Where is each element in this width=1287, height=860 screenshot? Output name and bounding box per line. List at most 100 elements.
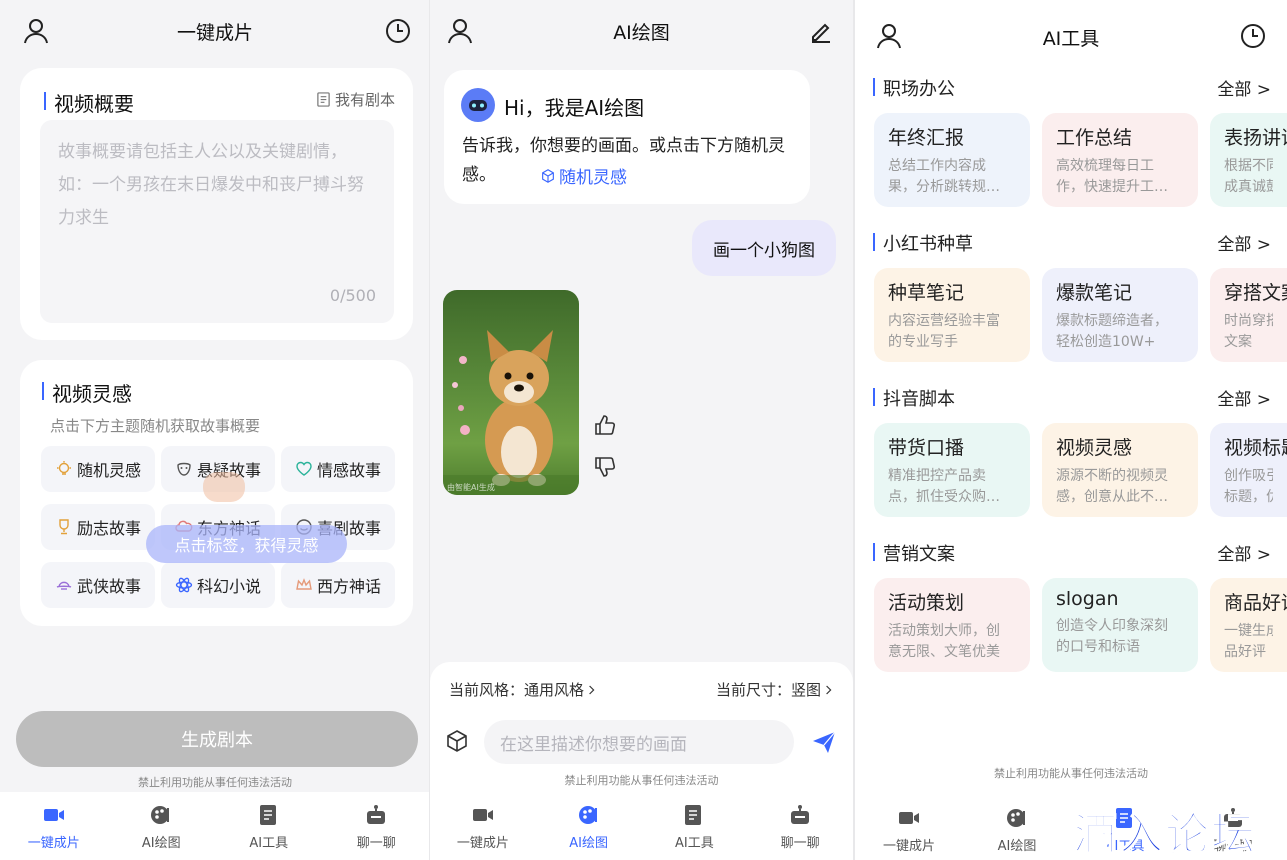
user-icon[interactable] <box>22 17 50 45</box>
video-icon <box>470 802 496 828</box>
notebook-icon <box>256 802 282 828</box>
history-icon[interactable] <box>1239 22 1267 50</box>
robot-icon <box>363 802 389 828</box>
document-icon <box>316 92 331 107</box>
nav-ai-tools[interactable]: AI工具 <box>215 792 323 860</box>
tool-card[interactable]: 带货口播 精准把控产品卖 点，抓住受众购… <box>874 423 1030 517</box>
generated-dog-image[interactable]: 由智能AI生成 <box>443 290 579 495</box>
history-icon[interactable] <box>384 17 412 45</box>
my-script-label: 我有剧本 <box>334 91 395 109</box>
tag-wuxia[interactable]: 武侠故事 <box>41 562 155 608</box>
tool-desc: 品好评 <box>1224 644 1266 660</box>
tool-card[interactable]: 表扬讲话 根据不同 成真诚鼓 <box>1210 113 1287 207</box>
panel-ai-drawing: AI绘图 Hi，我是AI绘图 告诉我，你想要的画面。或点击下方随机灵感。 随机灵… <box>430 0 853 860</box>
nav-chat[interactable]: 聊一聊 <box>323 792 431 860</box>
tool-title: 活动策划 <box>888 592 965 614</box>
tool-title: 表扬讲话 <box>1224 127 1287 149</box>
size-selector[interactable]: 当前尺寸：竖图 <box>716 679 833 700</box>
nav-ai-drawing[interactable]: AI绘图 <box>536 792 642 860</box>
thumbs-up-icon[interactable] <box>592 412 618 438</box>
greeting-bubble: Hi，我是AI绘图 告诉我，你想要的画面。或点击下方随机灵感。 随机灵感 <box>444 70 810 204</box>
chevron-right-icon <box>588 684 596 696</box>
user-icon[interactable] <box>875 22 903 50</box>
category-title: 抖音脚本 <box>873 385 955 411</box>
tool-title: 年终汇报 <box>888 127 965 149</box>
char-counter: 0/500 <box>329 286 376 305</box>
tool-title: 工作总结 <box>1056 127 1133 149</box>
my-script-button[interactable]: 我有剧本 <box>316 89 395 110</box>
tool-card[interactable]: 爆款笔记 爆款标题缔造者， 轻松创造10W+ <box>1042 268 1198 362</box>
edit-icon[interactable] <box>807 17 835 45</box>
summary-textarea[interactable]: 故事概要请包括主人公以及关键剧情，如：一个男孩在末日爆发中和丧尸搏斗努力求生 0… <box>40 120 394 323</box>
tool-desc: 创作吸引 <box>1224 468 1273 484</box>
nav-chat[interactable]: 聊一聊 <box>747 792 853 860</box>
top-bar: 一键成片 <box>0 0 430 62</box>
tool-card[interactable]: 穿搭文案 时尚穿搭 文案 <box>1210 268 1287 362</box>
tool-card[interactable]: 视频灵感 源源不断的视频灵 感，创意从此不… <box>1042 423 1198 517</box>
watermark-logo: 酒入论坛 <box>1072 808 1257 860</box>
tool-card[interactable]: 种草笔记 内容运营经验丰富 的专业写手 <box>874 268 1030 362</box>
nav-one-click-video[interactable]: 一键成片 <box>855 798 963 860</box>
tag-random[interactable]: 随机灵感 <box>41 446 155 492</box>
user-icon[interactable] <box>446 17 474 45</box>
tool-desc: 爆款标题缔造者， <box>1056 313 1168 329</box>
nav-one-click-video[interactable]: 一键成片 <box>430 792 536 860</box>
tag-scifi[interactable]: 科幻小说 <box>161 562 275 608</box>
category-title: 职场办公 <box>873 75 955 101</box>
tag-label: 励志故事 <box>76 519 141 538</box>
see-all-link[interactable]: 全部 > <box>1217 385 1271 410</box>
palette-icon <box>1004 805 1030 831</box>
tool-desc: 的口号和标语 <box>1056 639 1140 655</box>
tool-card[interactable]: 视频标题 创作吸引 标题，优 <box>1210 423 1287 517</box>
nav-label: AI工具 <box>675 835 714 851</box>
video-icon <box>41 802 67 828</box>
bulb-icon <box>55 460 73 478</box>
dice-icon[interactable] <box>444 728 470 754</box>
page-title: AI绘图 <box>613 21 670 44</box>
tool-card[interactable]: 商品好评 一键生成 品好评 <box>1210 578 1287 672</box>
tag-western-myth[interactable]: 西方神话 <box>281 562 395 608</box>
bottom-nav: 一键成片 AI绘图 AI工具 聊一聊 <box>430 792 853 860</box>
tool-card[interactable]: 工作总结 高效梳理每日工 作，快速提升工… <box>1042 113 1198 207</box>
tag-inspiring[interactable]: 励志故事 <box>41 504 155 550</box>
video-icon <box>896 805 922 831</box>
tag-label: 随机灵感 <box>76 461 141 480</box>
robot-icon <box>787 802 813 828</box>
tool-card[interactable]: 活动策划 活动策划大师，创 意无限、文笔优美 <box>874 578 1030 672</box>
nav-label: 一键成片 <box>27 835 80 851</box>
bottom-nav: 一键成片 AI绘图 AI工具 聊一聊 <box>0 792 430 860</box>
generate-script-button[interactable]: 生成剧本 <box>16 711 418 767</box>
nav-one-click-video[interactable]: 一键成片 <box>0 792 108 860</box>
see-all-link[interactable]: 全部 > <box>1217 230 1271 255</box>
random-inspiration-link[interactable]: 随机灵感 <box>538 163 627 188</box>
mask-icon <box>175 460 193 478</box>
top-bar: AI绘图 <box>430 0 853 62</box>
panel-one-click-video: 一键成片 视频概要 我有剧本 故事概要请包括主人公以及关键剧情，如：一个男孩在末… <box>0 0 430 860</box>
tag-emotion[interactable]: 情感故事 <box>281 446 395 492</box>
tool-desc: 创造令人印象深刻 <box>1056 618 1168 634</box>
panel-ai-tools: AI工具 职场办公 全部 > 年终汇报 总结工作内容成 果，分析跳转规… 工作总… <box>855 0 1287 860</box>
tag-label: 情感故事 <box>316 461 381 480</box>
tool-desc: 轻松创造10W+ <box>1056 334 1156 350</box>
nav-ai-drawing[interactable]: AI绘图 <box>963 798 1071 860</box>
thumbs-down-icon[interactable] <box>592 454 618 480</box>
legal-footnote: 禁止利用功能从事任何违法活动 <box>564 774 719 787</box>
see-all-link[interactable]: 全部 > <box>1217 540 1271 565</box>
tool-title: 视频灵感 <box>1056 437 1133 459</box>
tool-title: slogan <box>1056 588 1119 610</box>
style-selector[interactable]: 当前风格：通用风格 <box>449 679 596 700</box>
see-all-link[interactable]: 全部 > <box>1217 75 1271 100</box>
nav-ai-drawing[interactable]: AI绘图 <box>108 792 216 860</box>
nav-label: 一键成片 <box>456 835 509 851</box>
nav-ai-tools[interactable]: AI工具 <box>642 792 748 860</box>
see-all-label: 全部 <box>1217 390 1252 410</box>
style-label: 当前风格：通用风格 <box>449 681 585 699</box>
send-icon[interactable] <box>810 728 838 756</box>
tool-card[interactable]: slogan 创造令人印象深刻 的口号和标语 <box>1042 578 1198 672</box>
legal-footnote: 禁止利用功能从事任何违法活动 <box>138 776 292 789</box>
tool-card[interactable]: 年终汇报 总结工作内容成 果，分析跳转规… <box>874 113 1030 207</box>
prompt-input[interactable]: 在这里描述你想要的画面 <box>484 720 794 764</box>
tool-title: 商品好评 <box>1224 592 1287 614</box>
image-caption: 由智能AI生成 <box>447 483 495 492</box>
palette-icon <box>148 802 174 828</box>
